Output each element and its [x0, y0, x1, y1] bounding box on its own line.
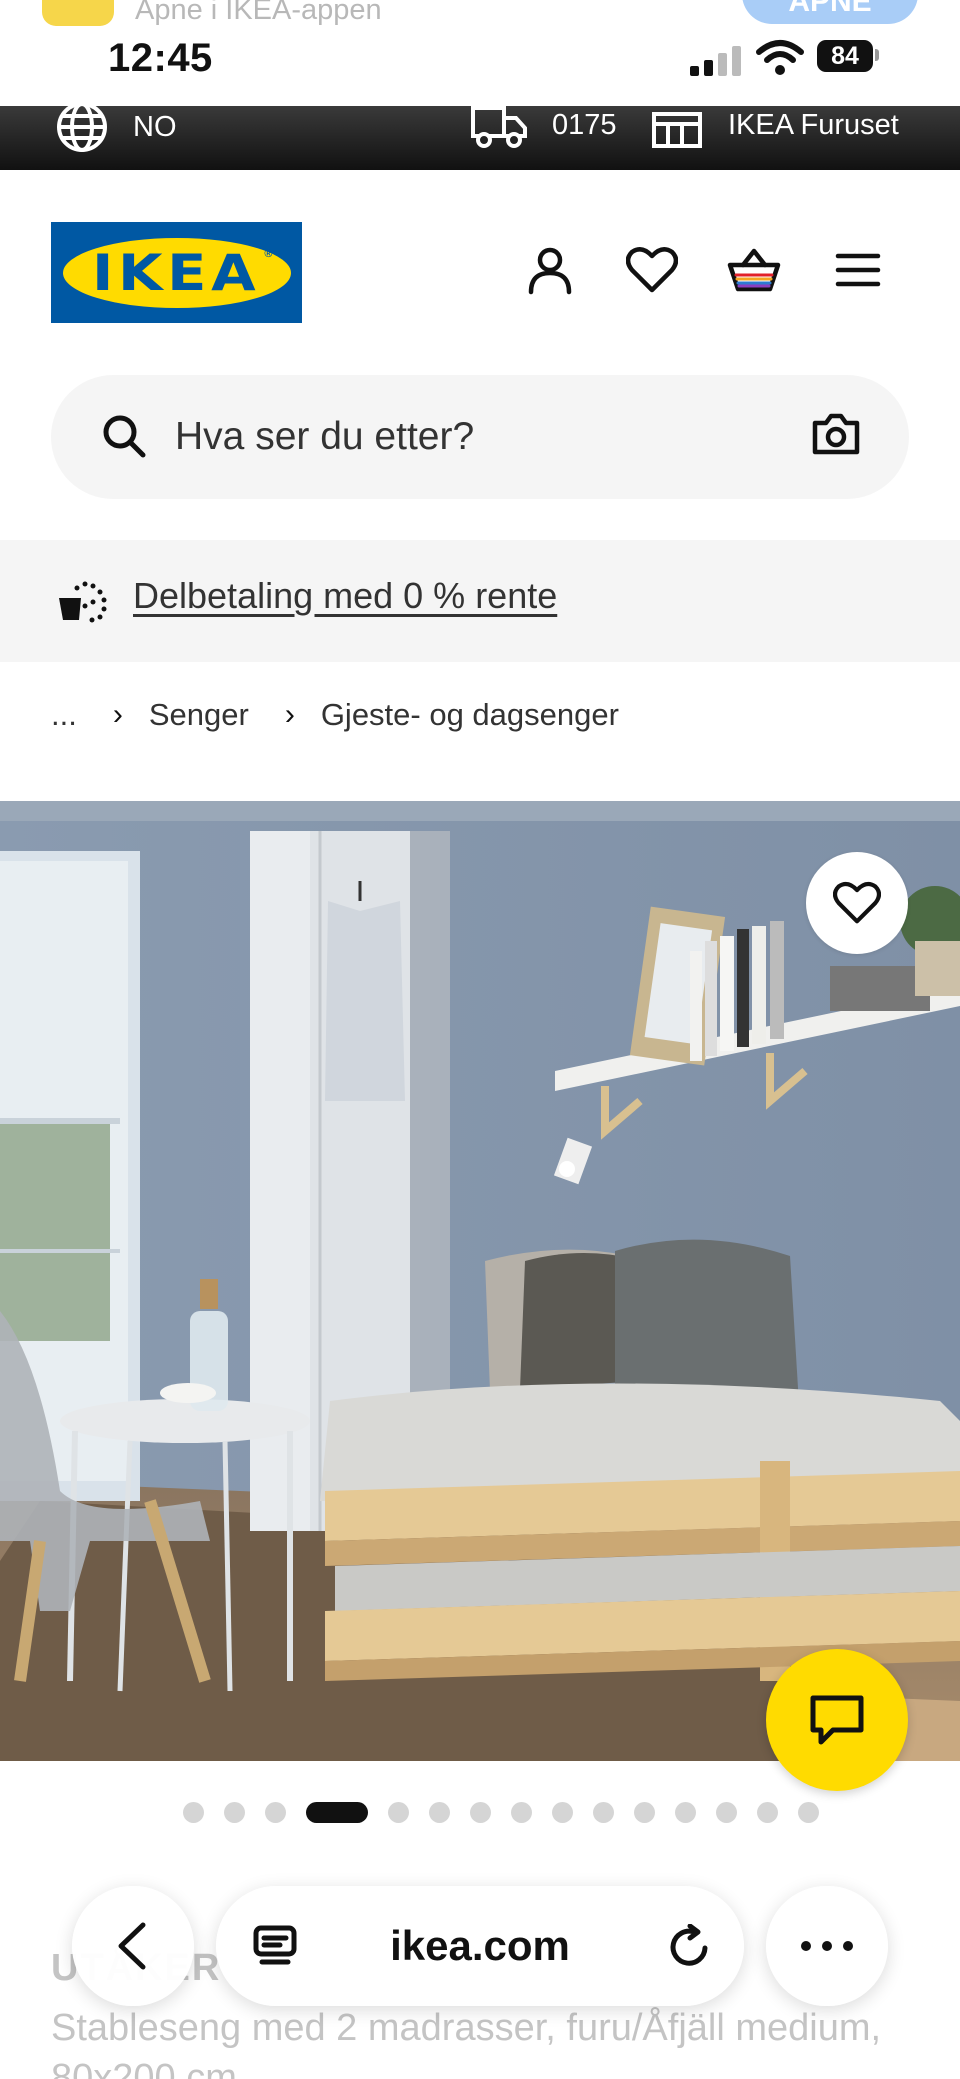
browser-more-button[interactable] — [766, 1886, 888, 2006]
status-bar: 12:45 84 — [0, 28, 960, 106]
ikea-logo[interactable]: IKEA ® — [51, 222, 302, 323]
promo-banner: Delbetaling med 0 % rente — [0, 540, 960, 662]
carousel-pagination[interactable] — [183, 1800, 819, 1824]
status-time: 12:45 — [108, 36, 213, 80]
chevron-right-icon: › — [284, 698, 295, 731]
site-header: IKEA ® — [0, 170, 960, 370]
carousel-dot[interactable] — [675, 1801, 696, 1823]
product-image[interactable] — [0, 801, 960, 1761]
search-icon — [101, 413, 147, 464]
browser-address-bar[interactable]: ikea.com — [216, 1886, 744, 2006]
carousel-dot[interactable] — [388, 1801, 409, 1823]
battery-icon: 84 — [817, 40, 873, 72]
more-dots-icon — [801, 1941, 853, 1951]
carousel-dot[interactable] — [511, 1801, 532, 1823]
store-icon — [652, 112, 702, 148]
cellular-signal-icon — [690, 44, 746, 76]
carousel-dot[interactable] — [798, 1801, 819, 1823]
carousel-dot[interactable] — [470, 1801, 491, 1823]
tabs-icon[interactable] — [252, 1924, 298, 1973]
carousel-dot[interactable] — [265, 1801, 286, 1823]
carousel-dot[interactable] — [224, 1801, 245, 1823]
carousel-dot[interactable] — [183, 1801, 204, 1823]
search-bar[interactable] — [51, 375, 909, 499]
wishlist-heart-icon[interactable] — [624, 242, 680, 298]
wifi-icon — [755, 38, 805, 83]
globe-icon — [57, 106, 107, 152]
ikea-app-icon — [42, 0, 114, 26]
add-to-favorites-button[interactable] — [806, 852, 908, 954]
breadcrumb-ellipsis[interactable]: ... — [51, 697, 77, 733]
chevron-right-icon: › — [112, 698, 123, 731]
product-photo — [0, 801, 960, 1761]
logo-oval: IKEA ® — [62, 237, 291, 308]
store-name: IKEA Furuset — [728, 108, 899, 141]
chat-button[interactable] — [766, 1649, 908, 1791]
breadcrumb-item-senger[interactable]: Senger — [149, 697, 249, 733]
carousel-dot[interactable] — [757, 1801, 778, 1823]
browser-back-button[interactable] — [72, 1886, 194, 2006]
breadcrumb-item-gjestesenger[interactable]: Gjeste- og dagsenger — [321, 697, 619, 733]
shopping-bag-icon[interactable] — [726, 242, 782, 298]
chevron-left-icon — [118, 1922, 146, 1970]
battery-tip — [875, 49, 879, 61]
app-banner-text: Åpne i IKEA-appen — [135, 0, 382, 26]
carousel-dot[interactable] — [429, 1801, 450, 1823]
delivery-postcode[interactable]: 0175 — [470, 106, 617, 150]
carousel-dot[interactable] — [593, 1801, 614, 1823]
carousel-dot[interactable] — [634, 1801, 655, 1823]
language-label: NO — [133, 110, 177, 143]
logo-text: IKEA — [92, 243, 261, 302]
breadcrumb: ... › Senger › Gjeste- og dagsenger — [51, 695, 619, 735]
carousel-dot-active[interactable] — [306, 1801, 368, 1823]
reload-icon[interactable] — [668, 1923, 712, 1975]
language-selector[interactable]: NO — [55, 106, 177, 154]
chat-bubble-icon — [810, 1695, 864, 1745]
registered-mark: ® — [264, 247, 273, 260]
utility-bar: NO 0175 IKEA Furuset — [0, 106, 960, 170]
camera-search-icon[interactable] — [811, 411, 861, 462]
heart-icon — [833, 881, 881, 924]
postal-code: 0175 — [552, 108, 617, 141]
product-description: Stableseng med 2 madrasser, furu/Åfjäll … — [51, 2007, 882, 2079]
menu-hamburger-icon[interactable] — [830, 242, 886, 298]
open-app-button[interactable]: ÅPNE — [742, 0, 918, 24]
url-text: ikea.com — [390, 1922, 570, 1969]
payment-icon — [55, 578, 111, 629]
carousel-dot[interactable] — [552, 1801, 573, 1823]
installment-link[interactable]: Delbetaling med 0 % rente — [133, 575, 557, 617]
search-input[interactable] — [175, 405, 795, 469]
store-selector[interactable]: IKEA Furuset — [650, 106, 899, 150]
truck-icon — [471, 106, 527, 148]
carousel-dot[interactable] — [716, 1801, 737, 1823]
profile-icon[interactable] — [522, 242, 578, 298]
